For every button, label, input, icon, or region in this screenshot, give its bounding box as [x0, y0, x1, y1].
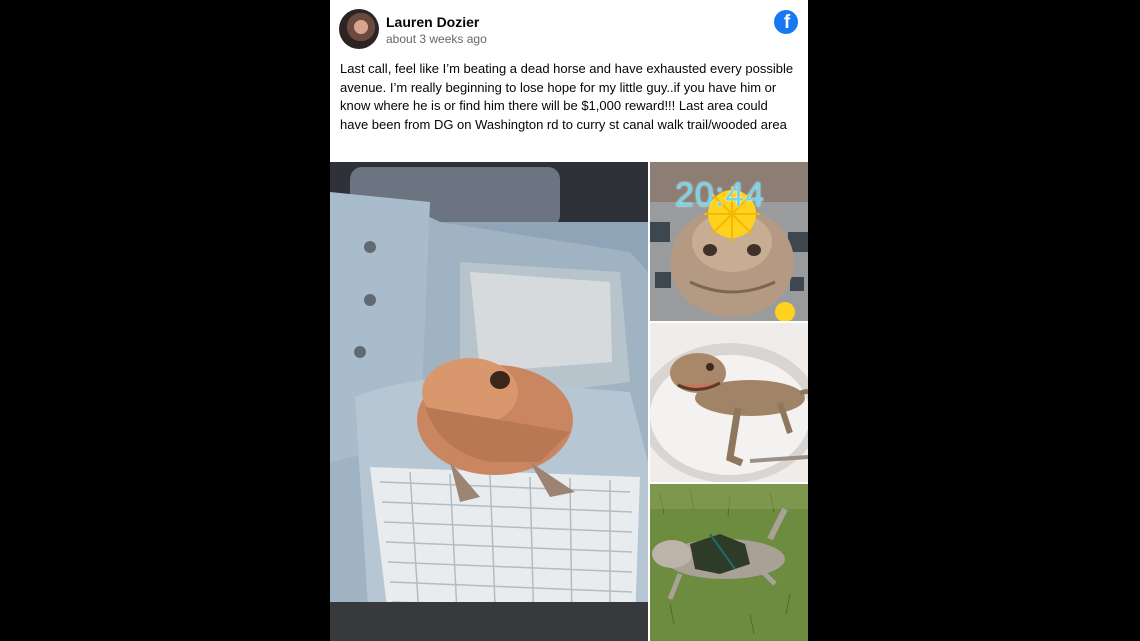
- author-avatar[interactable]: [339, 9, 379, 49]
- facebook-icon: f: [774, 10, 798, 34]
- author-name[interactable]: Lauren Dozier: [386, 14, 479, 30]
- photo-dragon-in-bag[interactable]: [330, 162, 648, 641]
- photo-dragon-in-sink[interactable]: [650, 323, 808, 482]
- post-header: Lauren Dozier about 3 weeks ago f: [330, 0, 808, 56]
- snap-timestamp: 20:44: [675, 176, 766, 214]
- photo-dragon-with-dandelion[interactable]: 20:44: [650, 162, 808, 321]
- photo-dragon-in-bag-image: [330, 162, 648, 641]
- facebook-post-card: Lauren Dozier about 3 weeks ago f Last c…: [330, 0, 808, 641]
- photo-dragon-on-grass-image: [650, 484, 808, 641]
- photo-dragon-on-grass[interactable]: [650, 484, 808, 641]
- post-text: Last call, feel like I’m beating a dead …: [340, 61, 794, 132]
- post-timestamp[interactable]: about 3 weeks ago: [386, 32, 487, 46]
- photo-dragon-in-sink-image: [650, 323, 808, 482]
